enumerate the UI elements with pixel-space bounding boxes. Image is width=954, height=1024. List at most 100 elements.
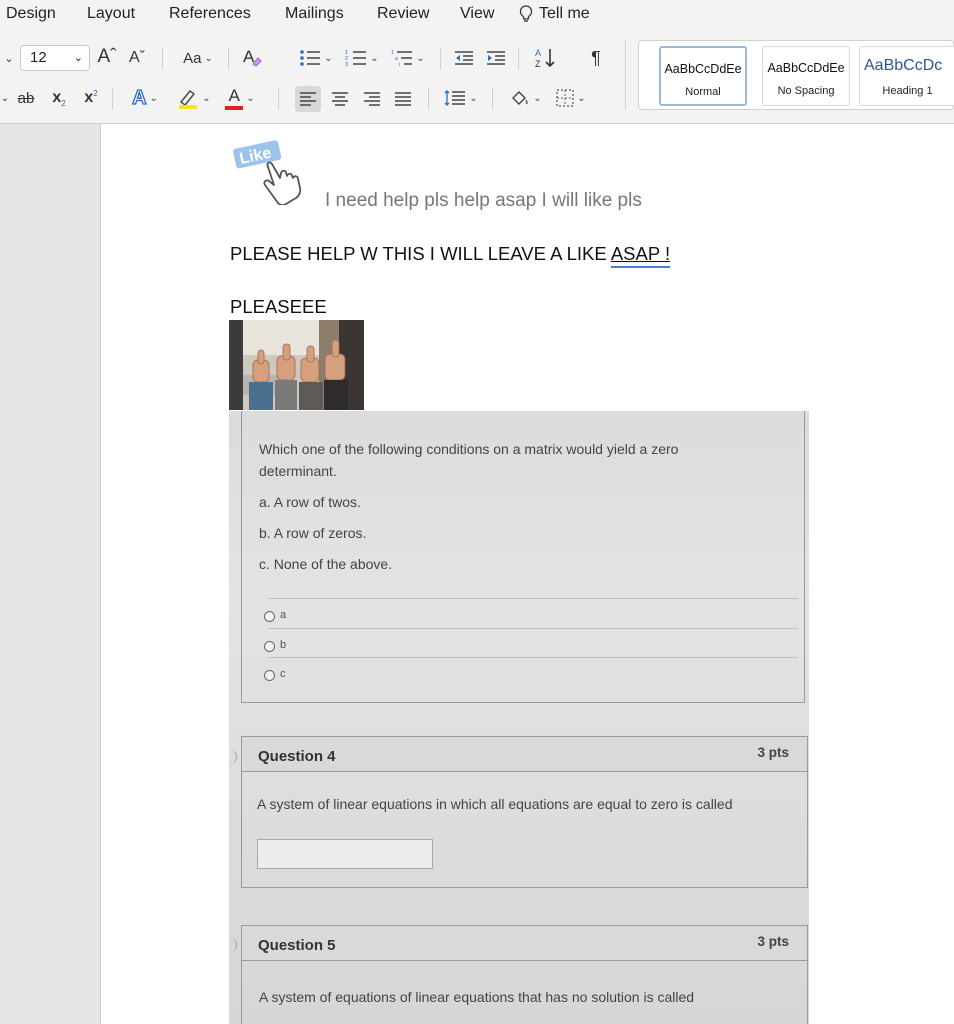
decrease-indent-icon: [455, 51, 473, 65]
justify-icon: [395, 92, 411, 106]
divider: [518, 48, 519, 70]
multilevel-list-icon: 1ai: [391, 50, 413, 67]
style-normal[interactable]: AaBbCcDdEe Normal: [659, 46, 747, 106]
chevron-down-icon: ⌄: [202, 92, 211, 104]
align-right-button[interactable]: [359, 86, 385, 112]
ribbon-home: ⌄ 12 ⌄ Aˆ Aˇ Aa ⌄ A ⌄ 123 ⌄ 1ai ⌄ AZ ¶ ⌄ …: [0, 30, 954, 124]
increase-indent-icon: [487, 51, 505, 65]
style-sample: AaBbCcDdEe: [767, 61, 845, 75]
numbered-list-icon: 123: [345, 50, 367, 67]
menu-references[interactable]: References: [169, 5, 251, 23]
increase-indent-button[interactable]: [484, 46, 508, 70]
style-name: Normal: [685, 86, 721, 98]
decrease-indent-button[interactable]: [452, 46, 476, 70]
chevron-down-icon[interactable]: ⌄: [0, 90, 10, 106]
chevron-down-icon: ⌄: [324, 52, 333, 64]
pleaseee-text: PLEASEEE: [230, 296, 327, 317]
grow-font-button[interactable]: Aˆ: [96, 44, 118, 70]
svg-text:a: a: [395, 56, 398, 62]
question-4-answer-field: [257, 839, 433, 869]
radio-label-b: b: [280, 639, 287, 651]
align-right-icon: [364, 92, 380, 106]
divider: [492, 88, 493, 110]
divider: [278, 88, 279, 110]
menu-mailings[interactable]: Mailings: [285, 5, 344, 23]
text-effects-button[interactable]: A ⌄: [124, 86, 166, 110]
menu-layout[interactable]: Layout: [87, 5, 135, 23]
like-logo-image: Like: [232, 139, 316, 206]
divider: [268, 657, 798, 658]
clear-formatting-button[interactable]: A: [240, 44, 264, 70]
borders-icon: [556, 89, 574, 107]
style-name: Heading 1: [882, 85, 933, 97]
shrink-font-button[interactable]: Aˇ: [127, 46, 147, 70]
chevron-down-icon: ⌄: [577, 92, 586, 104]
bulleted-list-icon: [300, 50, 321, 66]
line-spacing-button[interactable]: ⌄: [440, 86, 482, 110]
question-5-points: 3 pts: [757, 934, 789, 949]
superscript-label: x: [84, 89, 94, 106]
plea-line: PLEASE HELP W THIS I WILL LEAVE A LIKE A…: [230, 243, 670, 265]
borders-button[interactable]: ⌄: [550, 86, 592, 110]
highlight-button[interactable]: ⌄: [172, 84, 216, 112]
svg-text:1: 1: [391, 50, 394, 56]
bullets-button[interactable]: ⌄: [296, 46, 336, 70]
menu-design[interactable]: Design: [6, 5, 56, 23]
question-3-option-a: a. A row of twos.: [259, 494, 361, 510]
strikethrough-button[interactable]: ab: [14, 86, 38, 110]
font-color-swatch: [225, 105, 244, 110]
menu-review[interactable]: Review: [377, 5, 429, 23]
change-case-button[interactable]: Aa ⌄: [176, 46, 220, 70]
radio-label-c: c: [280, 668, 286, 680]
chevron-down-icon: ⌄: [469, 92, 478, 104]
menu-view[interactable]: View: [460, 5, 494, 23]
svg-text:A: A: [535, 48, 541, 58]
thumbs-up-photo: [229, 320, 364, 410]
chevron-down-icon: ⌄: [149, 92, 158, 104]
text-effects-icon: A: [131, 86, 147, 109]
numbering-button[interactable]: 123 ⌄: [342, 46, 382, 70]
collapse-caret-icon: [229, 938, 237, 952]
divider: [112, 88, 113, 110]
question-4-title: Question 4: [258, 748, 336, 765]
justify-button[interactable]: [390, 86, 416, 112]
align-left-button[interactable]: [295, 86, 321, 112]
font-color-button[interactable]: A ⌄: [220, 84, 260, 112]
sort-button[interactable]: AZ: [532, 44, 560, 72]
style-heading-1[interactable]: AaBbCcDc Heading 1: [859, 46, 954, 106]
superscript-button[interactable]: x2: [80, 86, 102, 110]
divider: [440, 48, 441, 70]
line-spacing-icon: [444, 90, 466, 106]
question-4-text: A system of linear equations in which al…: [257, 796, 733, 812]
paint-bucket-icon: [512, 91, 529, 105]
question-4-points: 3 pts: [757, 745, 789, 760]
question-5-body: A system of equations of linear equation…: [241, 961, 808, 1024]
chevron-down-icon: ⌄: [370, 52, 379, 64]
question-3-option-b: b. A row of zeros.: [259, 525, 367, 541]
font-size-value: 12: [30, 49, 47, 66]
show-formatting-marks-button[interactable]: ¶: [584, 46, 608, 70]
divider: [268, 628, 798, 629]
radio-label-a: a: [280, 609, 287, 621]
subscript-button[interactable]: x2: [48, 86, 70, 110]
svg-text:3: 3: [345, 62, 348, 67]
style-name: No Spacing: [777, 85, 835, 97]
align-center-button[interactable]: [327, 86, 353, 112]
question-5-title: Question 5: [258, 937, 336, 954]
font-name-dropdown-chevron-icon[interactable]: ⌄: [2, 50, 16, 66]
font-size-dropdown[interactable]: 12 ⌄: [20, 45, 90, 71]
multilevel-list-button[interactable]: 1ai ⌄: [388, 46, 428, 70]
question-3-box: Which one of the following conditions on…: [241, 411, 805, 703]
divider: [162, 48, 163, 70]
shading-button[interactable]: ⌄: [506, 86, 546, 110]
strikethrough-label: ab: [17, 89, 35, 107]
clear-formatting-icon: A: [243, 47, 262, 67]
tell-me-search[interactable]: Tell me: [519, 5, 590, 23]
sort-az-icon: AZ: [535, 48, 555, 69]
question-3-prompt-line1: Which one of the following conditions on…: [259, 441, 679, 457]
align-center-icon: [332, 92, 348, 106]
style-no-spacing[interactable]: AaBbCcDdEe No Spacing: [762, 46, 850, 106]
question-4-body: A system of linear equations in which al…: [241, 772, 808, 888]
lightbulb-icon: [519, 5, 533, 22]
plea-text: PLEASE HELP W THIS I WILL LEAVE A LIKE: [230, 243, 607, 264]
